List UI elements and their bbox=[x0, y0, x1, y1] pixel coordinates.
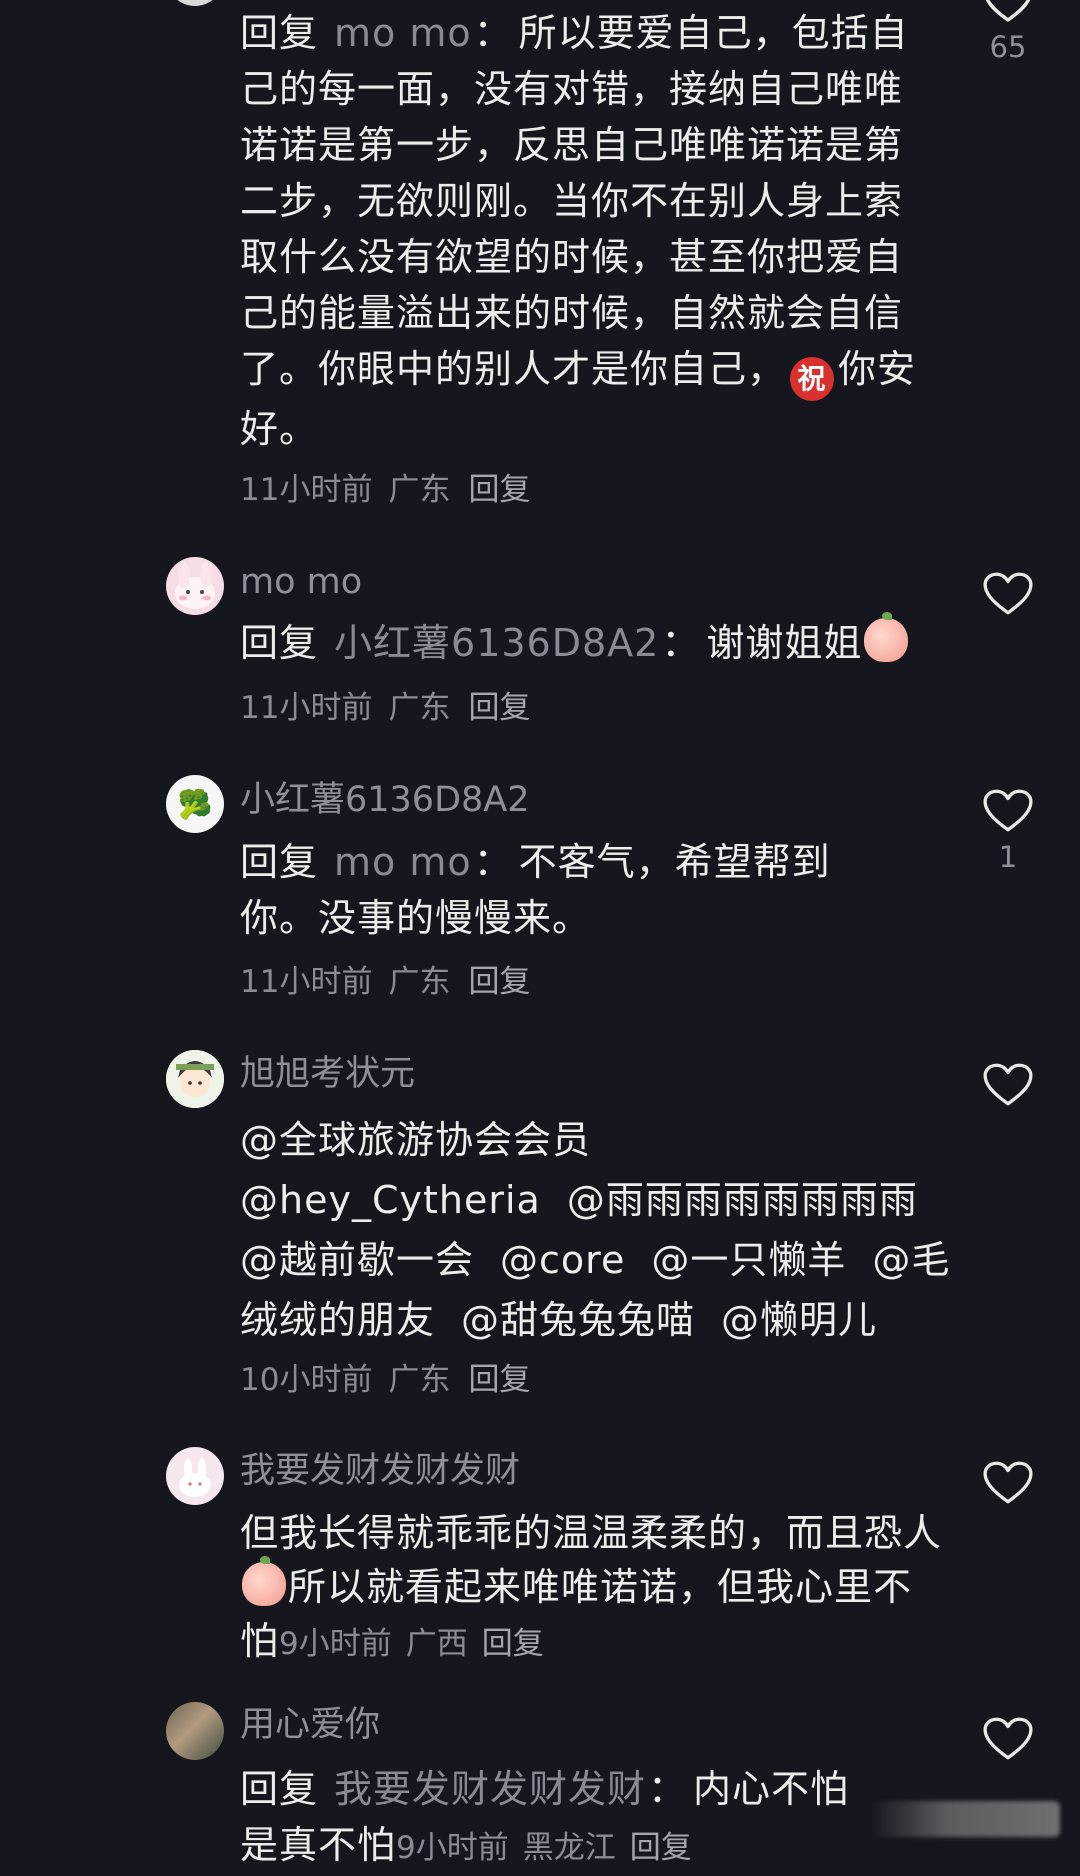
reply-target-user[interactable]: mo mo bbox=[334, 840, 472, 884]
reply-button[interactable]: 回复 bbox=[482, 1626, 544, 1662]
comment-text[interactable]: @全球旅游协会会员 @hey_Cytheria @雨雨雨雨雨雨雨雨 @越前歇一会 @co… bbox=[240, 1110, 960, 1350]
mention-link[interactable]: @hey_Cytheria bbox=[240, 1178, 541, 1222]
like-button[interactable] bbox=[978, 1716, 1038, 1762]
comment-text[interactable]: 回复 我要发财发财发财： 内心不怕是真不怕9小时前 黑龙江 回复 bbox=[240, 1761, 880, 1876]
avatar[interactable] bbox=[166, 1050, 224, 1108]
mention-link[interactable]: @懒明儿 bbox=[721, 1298, 877, 1342]
comment-meta: 9小时前 黑龙江 回复 bbox=[396, 1830, 706, 1866]
mention-link[interactable]: @全球旅游协会会员 bbox=[240, 1118, 591, 1162]
comment-location: 广东 bbox=[388, 690, 451, 726]
reply-button[interactable]: 回复 bbox=[630, 1830, 692, 1866]
comment-location: 广西 bbox=[405, 1626, 468, 1662]
peach-emoji bbox=[242, 1556, 286, 1606]
heart-icon bbox=[983, 1461, 1033, 1504]
comment-time: 10小时前 bbox=[240, 1362, 373, 1398]
comment-text[interactable]: 但我长得就乖乖的温温柔柔的，而且恐人所以就看起来唯唯诺诺，但我心里不怕9小时前广… bbox=[240, 1506, 950, 1671]
watermark bbox=[870, 1801, 1060, 1837]
comment-content: 但我长得就乖乖的温温柔柔的，而且恐人 bbox=[240, 1511, 943, 1555]
like-button[interactable]: 65 bbox=[978, 0, 1038, 64]
comment-location: 广东 bbox=[388, 472, 451, 508]
mention-link[interactable]: @雨雨雨雨雨雨雨雨 bbox=[567, 1178, 918, 1222]
heart-icon bbox=[983, 1063, 1033, 1106]
mention-link[interactable]: @越前歇一会 bbox=[240, 1238, 474, 1282]
comment-location: 广东 bbox=[388, 1362, 451, 1398]
comment-time: 11小时前 bbox=[240, 964, 373, 1000]
peach-emoji bbox=[864, 612, 909, 662]
username[interactable]: 我要发财发财发财 bbox=[240, 1451, 520, 1491]
avatar[interactable] bbox=[166, 1447, 224, 1505]
reply-button[interactable]: 回复 bbox=[468, 1362, 530, 1398]
comment-time: 11小时前 bbox=[240, 690, 373, 726]
username[interactable]: 小红薯6136D8A2 bbox=[240, 780, 530, 820]
comment-meta: 11小时前 广东 回复 bbox=[240, 962, 546, 1002]
mention-link[interactable]: @一只懒羊 bbox=[651, 1238, 846, 1282]
avatar[interactable] bbox=[166, 1702, 224, 1760]
like-count: 1 bbox=[998, 840, 1018, 874]
comment-meta: 11小时前 广东 回复 bbox=[240, 688, 546, 728]
comment-time: 9小时前 bbox=[396, 1830, 509, 1866]
reply-button[interactable]: 回复 bbox=[468, 964, 530, 1000]
avatar[interactable] bbox=[166, 0, 224, 6]
comment-meta: 10小时前 广东 回复 bbox=[240, 1360, 546, 1400]
comment-location: 广东 bbox=[388, 964, 451, 1000]
comment-location: 黑龙江 bbox=[522, 1830, 616, 1866]
comment-content: 谢谢姐姐 bbox=[706, 621, 863, 665]
bunny-avatar-icon bbox=[175, 562, 215, 609]
like-button[interactable] bbox=[978, 1062, 1038, 1108]
avatar[interactable] bbox=[166, 557, 224, 615]
heart-icon bbox=[983, 572, 1033, 615]
comment-list: 回复 mo mo： 所以要爱自己，包括自己的每一面，没有对错，接纳自己唯唯诺诺是第一… bbox=[0, 0, 1080, 1867]
username[interactable]: 旭旭考状元 bbox=[240, 1054, 415, 1094]
comment-meta: 11小时前 广东 回复 bbox=[240, 470, 546, 510]
username[interactable]: 用心爱你 bbox=[240, 1705, 380, 1745]
student-avatar-icon bbox=[166, 1050, 224, 1108]
like-button[interactable] bbox=[978, 1460, 1038, 1506]
reply-prefix: 回复 bbox=[240, 1767, 319, 1811]
comment-text[interactable]: 回复 mo mo： 不客气，希望帮到你。没事的慢慢来。 bbox=[240, 834, 880, 946]
bunny-avatar-icon bbox=[179, 1458, 211, 1497]
reply-prefix: 回复 bbox=[240, 11, 319, 55]
comment-text[interactable]: 回复 mo mo： 所以要爱自己，包括自己的每一面，没有对错，接纳自己唯唯诺诺是第一… bbox=[240, 5, 940, 457]
like-button[interactable]: 1 bbox=[978, 788, 1038, 874]
reply-target-user[interactable]: 小红薯6136D8A2 bbox=[334, 621, 659, 665]
avatar[interactable]: 🥦 bbox=[166, 775, 224, 833]
reply-button[interactable]: 回复 bbox=[468, 690, 530, 726]
reply-prefix: 回复 bbox=[240, 621, 319, 665]
reply-button[interactable]: 回复 bbox=[468, 472, 530, 508]
comment-content: 不客气，希望帮到你。没事的慢慢来。 bbox=[240, 840, 831, 940]
reply-target-user[interactable]: 我要发财发财发财 bbox=[334, 1767, 646, 1811]
comment-meta: 9小时前 广西 回复 bbox=[279, 1626, 558, 1662]
broccoli-avatar-icon: 🥦 bbox=[177, 787, 213, 821]
like-count: 65 bbox=[989, 30, 1027, 64]
comment-content: 所以要爱自己，包括自己的每一面，没有对错，接纳自己唯唯诺诺是第一步，反思自己唯唯… bbox=[240, 11, 909, 391]
reply-prefix: 回复 bbox=[240, 840, 319, 884]
username[interactable]: mo mo bbox=[240, 562, 362, 602]
mention-link[interactable]: @甜兔兔兔喵 bbox=[461, 1298, 695, 1342]
bless-emoji: 祝 bbox=[790, 357, 835, 401]
heart-icon bbox=[983, 1717, 1033, 1760]
heart-icon bbox=[983, 789, 1033, 832]
like-button[interactable] bbox=[978, 571, 1038, 617]
comment-text[interactable]: 回复 小红薯6136D8A2： 谢谢姐姐 bbox=[240, 612, 940, 671]
comment-time: 9小时前 bbox=[279, 1626, 392, 1662]
reply-target-user[interactable]: mo mo bbox=[334, 11, 472, 55]
comment-time: 11小时前 bbox=[240, 472, 373, 508]
mention-link[interactable]: @core bbox=[500, 1238, 625, 1282]
heart-icon bbox=[985, 0, 1031, 22]
